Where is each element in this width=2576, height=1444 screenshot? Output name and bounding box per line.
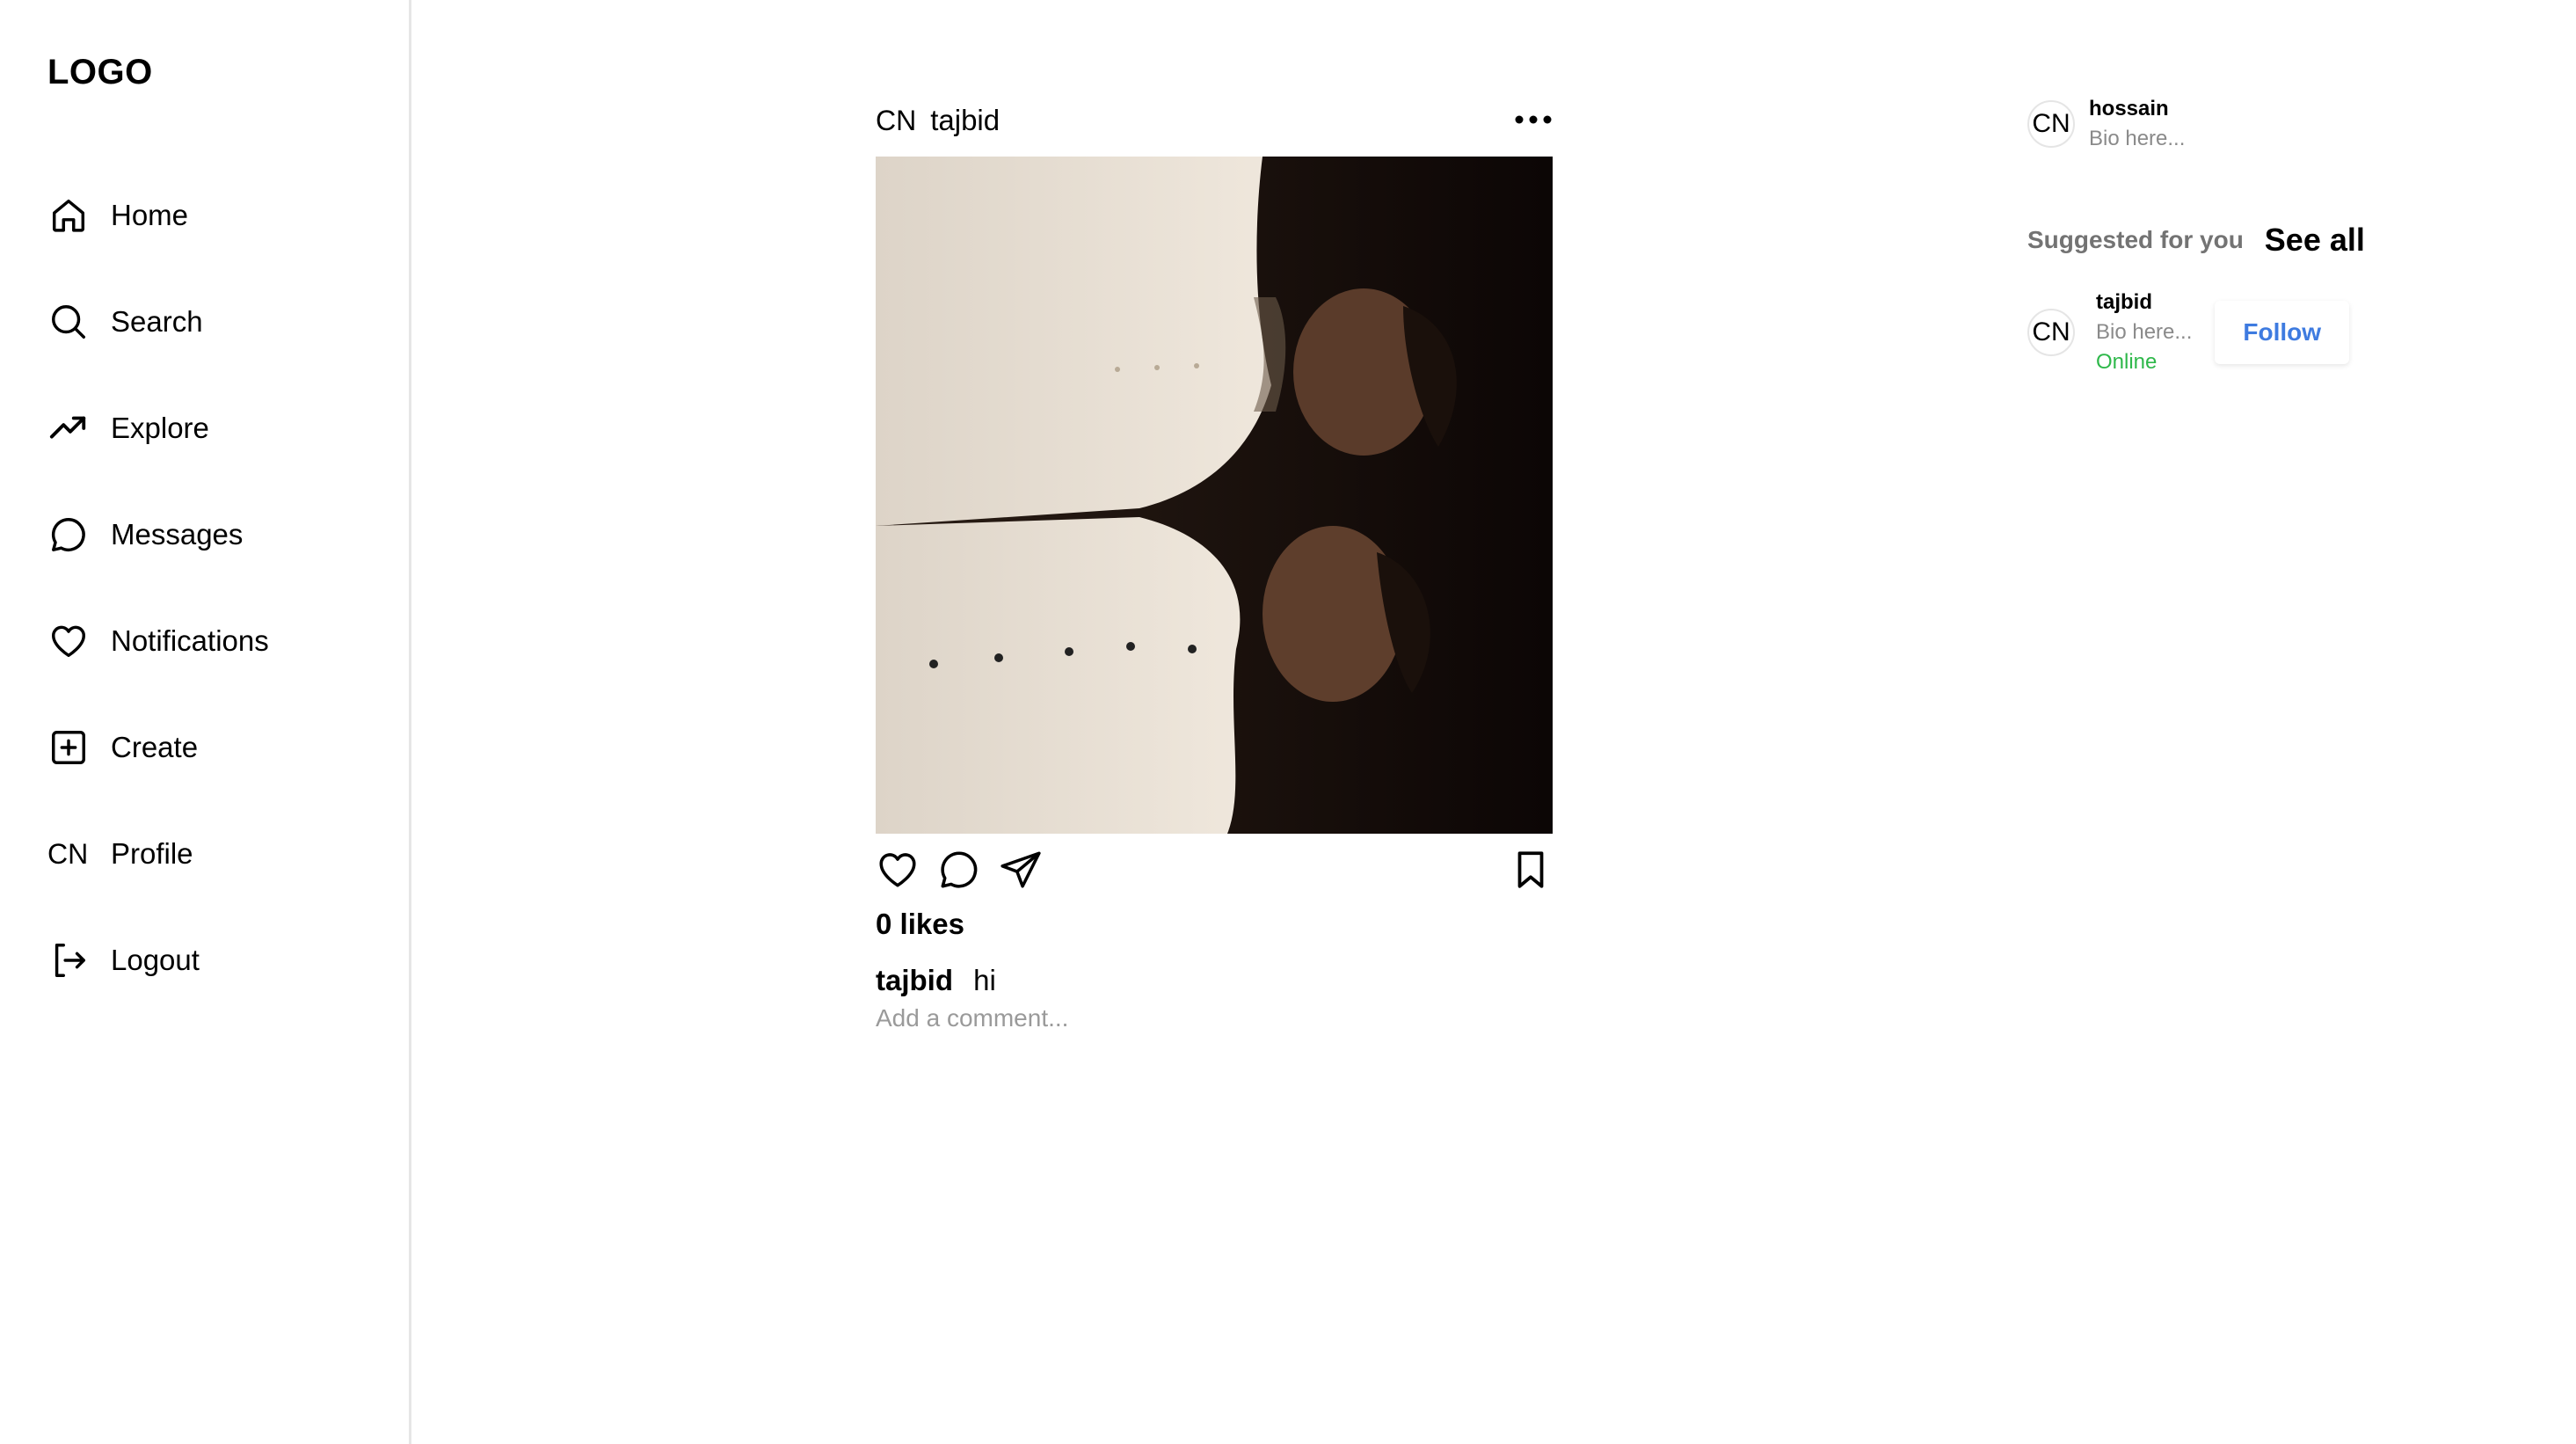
post-card: CN tajbid 0 likes tajbid hi Add a commen…	[876, 104, 1553, 1032]
sidebar-item-label: Create	[111, 731, 199, 763]
suggestion-text: tajbid Bio here... Online	[2096, 290, 2192, 375]
trending-up-icon	[47, 407, 90, 449]
sidebar-item-label: Search	[111, 305, 203, 338]
sidebar: LOGO Home Search Explore Messages Notifi…	[0, 0, 411, 1444]
sidebar-item-profile[interactable]: CN Profile	[47, 828, 269, 880]
sidebar-item-messages[interactable]: Messages	[47, 508, 269, 561]
post-avatar[interactable]: CN	[876, 105, 916, 137]
plus-square-icon	[47, 726, 90, 769]
profile-avatar: CN	[47, 837, 89, 870]
suggestion-bio: Bio here...	[2096, 320, 2193, 344]
sidebar-item-search[interactable]: Search	[47, 295, 269, 348]
search-icon	[47, 301, 90, 343]
follow-button[interactable]: Follow	[2215, 301, 2350, 364]
message-icon	[47, 514, 90, 556]
current-user[interactable]: CN hossain Bio here...	[2027, 97, 2449, 151]
post-header: CN tajbid	[876, 104, 1553, 137]
more-options-icon[interactable]	[1514, 111, 1553, 128]
share-send-icon[interactable]	[999, 848, 1043, 892]
like-heart-icon[interactable]	[876, 848, 920, 892]
sidebar-item-label: Explore	[111, 412, 209, 444]
sidebar-item-label: Profile	[111, 837, 193, 870]
caption-text: hi	[973, 964, 996, 996]
suggestions-header: Suggested for you See all	[2027, 222, 2449, 259]
suggestion-username[interactable]: tajbid	[2096, 290, 2192, 315]
sidebar-item-label: Home	[111, 199, 189, 231]
comment-input[interactable]	[876, 1004, 1315, 1032]
comment-icon[interactable]	[937, 848, 981, 892]
sidebar-item-create[interactable]: Create	[47, 721, 269, 774]
post-image[interactable]	[876, 157, 1553, 834]
sidebar-item-label: Notifications	[111, 624, 269, 657]
sidebar-item-notifications[interactable]: Notifications	[47, 615, 269, 667]
sidebar-item-label: Messages	[111, 518, 244, 551]
home-icon	[47, 194, 90, 237]
heart-icon	[47, 620, 90, 662]
bookmark-icon[interactable]	[1509, 848, 1553, 892]
current-user-bio: Bio here...	[2089, 127, 2186, 150]
current-user-username: hossain	[2089, 97, 2169, 120]
post-username[interactable]: tajbid	[930, 104, 1000, 137]
logo[interactable]: LOGO	[47, 53, 153, 92]
sidebar-nav: Home Search Explore Messages Notificatio…	[47, 189, 269, 1040]
online-status: Online	[2096, 350, 2158, 374]
post-actions	[876, 848, 1553, 892]
see-all-link[interactable]: See all	[2265, 222, 2365, 259]
suggestion-item: CN tajbid Bio here... Online Follow	[2027, 290, 2449, 375]
sidebar-item-home[interactable]: Home	[47, 189, 269, 242]
logout-icon	[47, 939, 90, 981]
suggestions-title: Suggested for you	[2027, 226, 2244, 253]
avatar[interactable]: CN	[2027, 309, 2075, 356]
sidebar-item-explore[interactable]: Explore	[47, 402, 269, 455]
avatar: CN	[2027, 100, 2075, 148]
post-photo	[876, 157, 1553, 834]
sidebar-item-label: Logout	[111, 944, 200, 976]
sidebar-item-logout[interactable]: Logout	[47, 934, 269, 987]
right-panel: CN hossain Bio here... Suggested for you…	[2027, 97, 2449, 375]
post-caption: tajbid hi	[876, 964, 1553, 997]
likes-count: 0 likes	[876, 908, 964, 940]
current-user-text: hossain Bio here...	[2089, 97, 2185, 151]
caption-username[interactable]: tajbid	[876, 964, 953, 996]
app: LOGO Home Search Explore Messages Notifi…	[0, 0, 2576, 1444]
